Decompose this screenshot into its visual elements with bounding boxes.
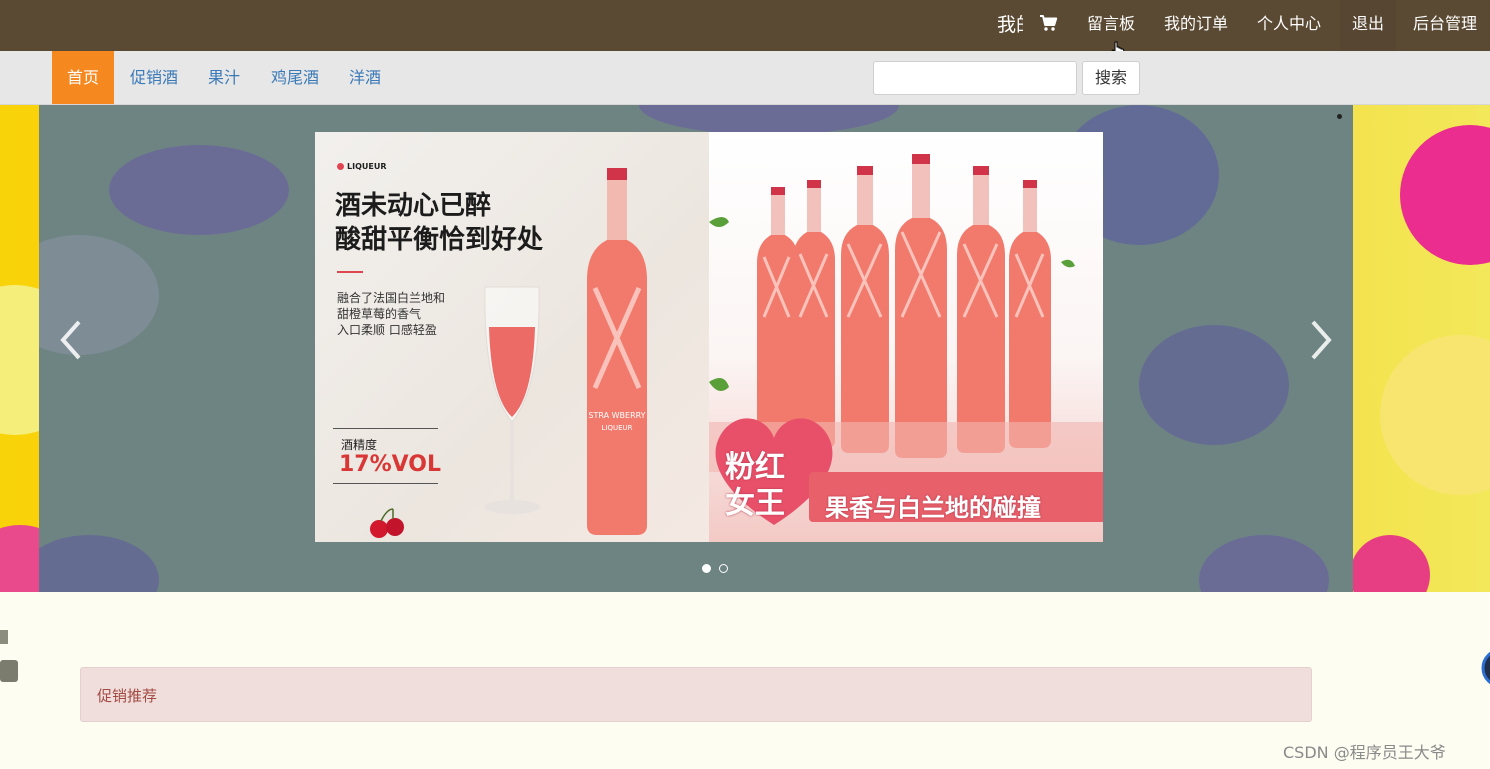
abv-label: 酒精度 <box>341 438 378 452</box>
corner-marker <box>1337 114 1342 119</box>
cherry-icon <box>370 508 404 538</box>
slide-left-panel: LIQUEUR 酒未动心已醉 酸甜平衡恰到好处 融合了法国白兰地和 甜橙草莓的香… <box>315 132 709 542</box>
carousel-slide[interactable]: LIQUEUR 酒未动心已醉 酸甜平衡恰到好处 融合了法国白兰地和 甜橙草莓的香… <box>315 132 1103 542</box>
my-cart-link[interactable]: 我的 <box>997 10 1023 37</box>
promotion-panel: 促销推荐 <box>80 667 1312 722</box>
search-input[interactable] <box>873 61 1077 95</box>
abv-divider-top <box>333 428 438 429</box>
side-widget-icon <box>0 630 18 682</box>
bottle-icon: STRA WBERRY LIQUEUR <box>587 168 647 535</box>
nav-admin[interactable]: 后台管理 <box>1404 0 1486 51</box>
slogan-text: 果香与白兰地的碰撞 <box>825 494 1041 522</box>
prev-arrow-icon[interactable] <box>57 318 87 362</box>
tab-promotion-wine[interactable]: 促销酒 <box>124 51 184 104</box>
accent-divider <box>337 271 363 273</box>
indicator-dot-2[interactable] <box>719 564 728 573</box>
side-avatar-icon[interactable] <box>1481 648 1490 688</box>
promotion-title: 促销推荐 <box>97 687 158 705</box>
indicator-dot-1[interactable] <box>702 564 711 573</box>
nav-my-orders[interactable]: 我的订单 <box>1158 0 1234 51</box>
carousel-indicators <box>702 558 736 577</box>
slide-description: 融合了法国白兰地和 甜橙草莓的香气 入口柔顺 口感轻盈 <box>337 291 446 337</box>
tab-juice[interactable]: 果汁 <box>200 51 248 104</box>
abv-divider-bottom <box>333 483 438 484</box>
banner-carousel[interactable]: LIQUEUR 酒未动心已醉 酸甜平衡恰到好处 融合了法国白兰地和 甜橙草莓的香… <box>39 105 1353 592</box>
svg-text:STRA WBERRY: STRA WBERRY <box>588 411 645 420</box>
next-arrow-icon[interactable] <box>1305 318 1335 362</box>
category-navbar: 首页 促销酒 果汁 鸡尾酒 洋酒 搜索 <box>0 51 1490 105</box>
top-navbar: 我的 留言板 我的订单 个人中心 退出 后台管理 <box>0 0 1490 58</box>
heart-title: 粉红 女王 <box>725 450 785 521</box>
wine-glass-icon <box>484 286 540 514</box>
nav-personal-center[interactable]: 个人中心 <box>1250 0 1328 51</box>
abv-value: 17%VOL <box>339 452 442 477</box>
tab-home[interactable]: 首页 <box>52 51 114 104</box>
nav-logout[interactable]: 退出 <box>1340 0 1396 51</box>
search-button[interactable]: 搜索 <box>1082 61 1140 95</box>
cart-icon[interactable] <box>1038 13 1058 33</box>
brand-label: LIQUEUR <box>337 162 387 171</box>
tab-foreign-wine[interactable]: 洋酒 <box>342 51 388 104</box>
watermark-text: CSDN @程序员王大爷 <box>1283 743 1446 762</box>
svg-text:LIQUEUR: LIQUEUR <box>601 424 632 432</box>
slide-headline: 酒未动心已醉 酸甜平衡恰到好处 <box>335 191 544 255</box>
tab-cocktail[interactable]: 鸡尾酒 <box>264 51 326 104</box>
